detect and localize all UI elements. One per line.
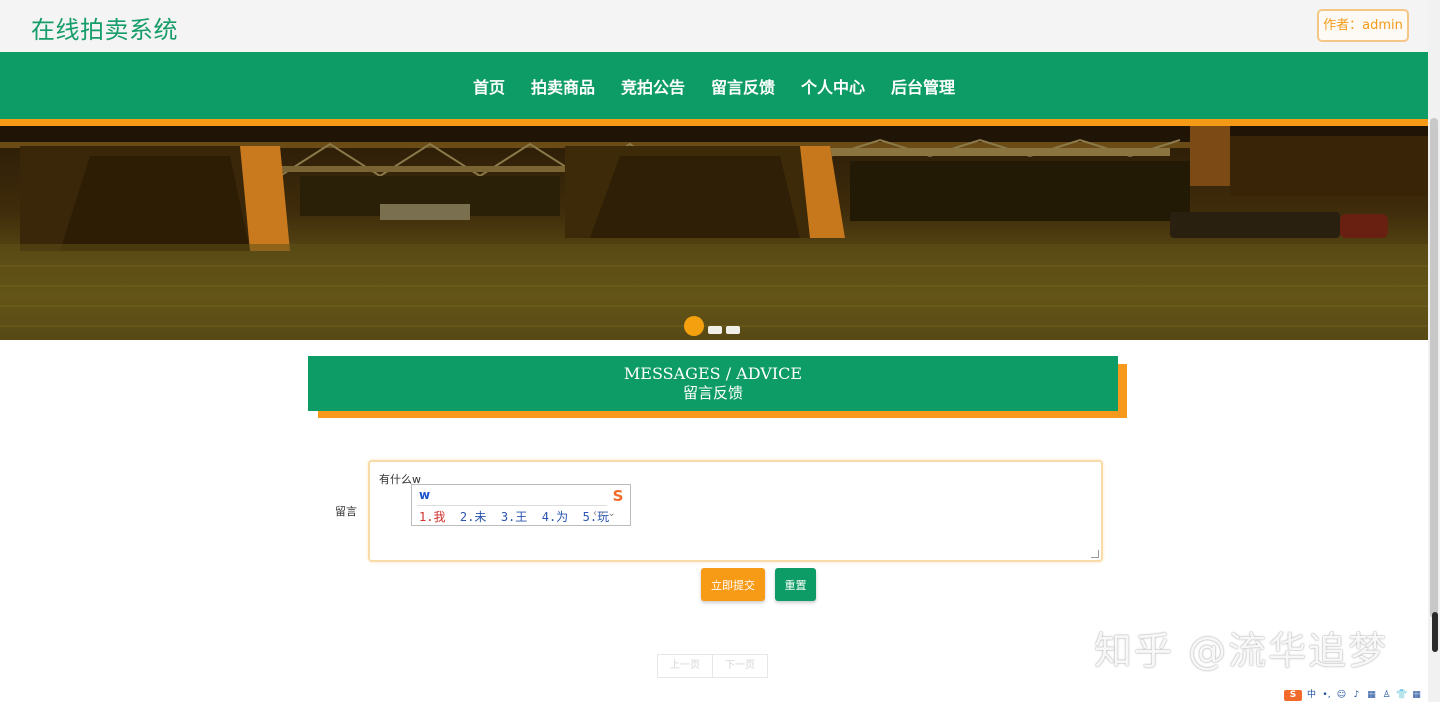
reset-button[interactable]: 重置 bbox=[775, 568, 816, 601]
ime-composition-text: w bbox=[419, 488, 431, 502]
top-bar: 在线拍卖系统 作者：admin bbox=[0, 0, 1428, 52]
ime-menu-icon[interactable]: ▦ bbox=[1411, 690, 1422, 701]
carousel-indicators bbox=[684, 316, 740, 336]
ime-punctuation-icon[interactable]: •, bbox=[1321, 690, 1332, 701]
prev-page-button[interactable]: 上一页 bbox=[658, 655, 712, 677]
sogou-toolbar-logo-icon[interactable]: S bbox=[1284, 689, 1302, 701]
ime-voice-icon[interactable]: ♪ bbox=[1351, 690, 1362, 701]
nav-item-personal-center[interactable]: 个人中心 bbox=[801, 74, 865, 98]
submit-button[interactable]: 立即提交 bbox=[701, 568, 765, 601]
scrollbar-indicator bbox=[1432, 612, 1438, 652]
nav-item-admin[interactable]: 后台管理 bbox=[891, 74, 955, 98]
page-scrollbar[interactable] bbox=[1428, 0, 1440, 702]
ime-candidate-popup: w S 1.我 2.未 3.王 4.为 5.玩 ‹ › ⌄ bbox=[411, 484, 631, 526]
carousel-dot-active[interactable] bbox=[684, 316, 704, 336]
ime-skin-icon[interactable]: 👕 bbox=[1396, 690, 1407, 701]
ime-emoji-icon[interactable]: ☺ bbox=[1336, 690, 1347, 701]
message-label: 留言 bbox=[335, 505, 357, 518]
nav-accent-line bbox=[0, 119, 1428, 126]
scrollbar-thumb[interactable] bbox=[1430, 118, 1438, 618]
ime-candidate[interactable]: 3.王 bbox=[501, 510, 527, 524]
banner-carousel[interactable] bbox=[0, 126, 1428, 340]
author-badge[interactable]: 作者：admin bbox=[1317, 9, 1409, 42]
ime-mode-indicator[interactable]: 中 bbox=[1306, 690, 1317, 701]
ime-candidate[interactable]: 1.我 bbox=[419, 510, 445, 524]
ime-candidate[interactable]: 4.为 bbox=[542, 510, 568, 524]
next-page-button[interactable]: 下一页 bbox=[712, 655, 767, 677]
pagination: 上一页 下一页 bbox=[657, 654, 768, 678]
section-title-en: MESSAGES / ADVICE bbox=[623, 364, 803, 383]
zhihu-watermark: 知乎 @流华追梦 bbox=[1094, 629, 1389, 673]
carousel-dot[interactable] bbox=[726, 326, 740, 334]
nav-item-bid-notices[interactable]: 竞拍公告 bbox=[621, 74, 685, 98]
ime-page-arrows-icon[interactable]: ‹ › ⌄ bbox=[593, 508, 616, 519]
ime-user-icon[interactable]: ♙ bbox=[1381, 690, 1392, 701]
nav-menu: 首页 拍卖商品 竞拍公告 留言反馈 个人中心 后台管理 bbox=[0, 52, 1428, 119]
sogou-logo-icon: S bbox=[612, 487, 624, 505]
site-title[interactable]: 在线拍卖系统 bbox=[31, 10, 178, 45]
ime-status-toolbar: S 中 •, ☺ ♪ ▦ ♙ 👕 ▦ bbox=[1284, 688, 1428, 702]
ime-candidate[interactable]: 2.未 bbox=[460, 510, 486, 524]
nav-item-auction-goods[interactable]: 拍卖商品 bbox=[531, 74, 595, 98]
ime-keyboard-icon[interactable]: ▦ bbox=[1366, 690, 1377, 701]
ime-divider bbox=[417, 505, 607, 506]
nav-item-home[interactable]: 首页 bbox=[473, 74, 505, 98]
banner-image bbox=[0, 126, 1428, 340]
carousel-dot[interactable] bbox=[708, 326, 722, 334]
resize-grip-icon[interactable] bbox=[1091, 550, 1099, 558]
section-title-cn: 留言反馈 bbox=[682, 384, 743, 402]
nav-item-feedback[interactable]: 留言反馈 bbox=[711, 74, 775, 98]
ime-candidate-list: 1.我 2.未 3.王 4.为 5.玩 bbox=[419, 508, 609, 525]
section-header: MESSAGES / ADVICE 留言反馈 bbox=[308, 356, 1118, 411]
